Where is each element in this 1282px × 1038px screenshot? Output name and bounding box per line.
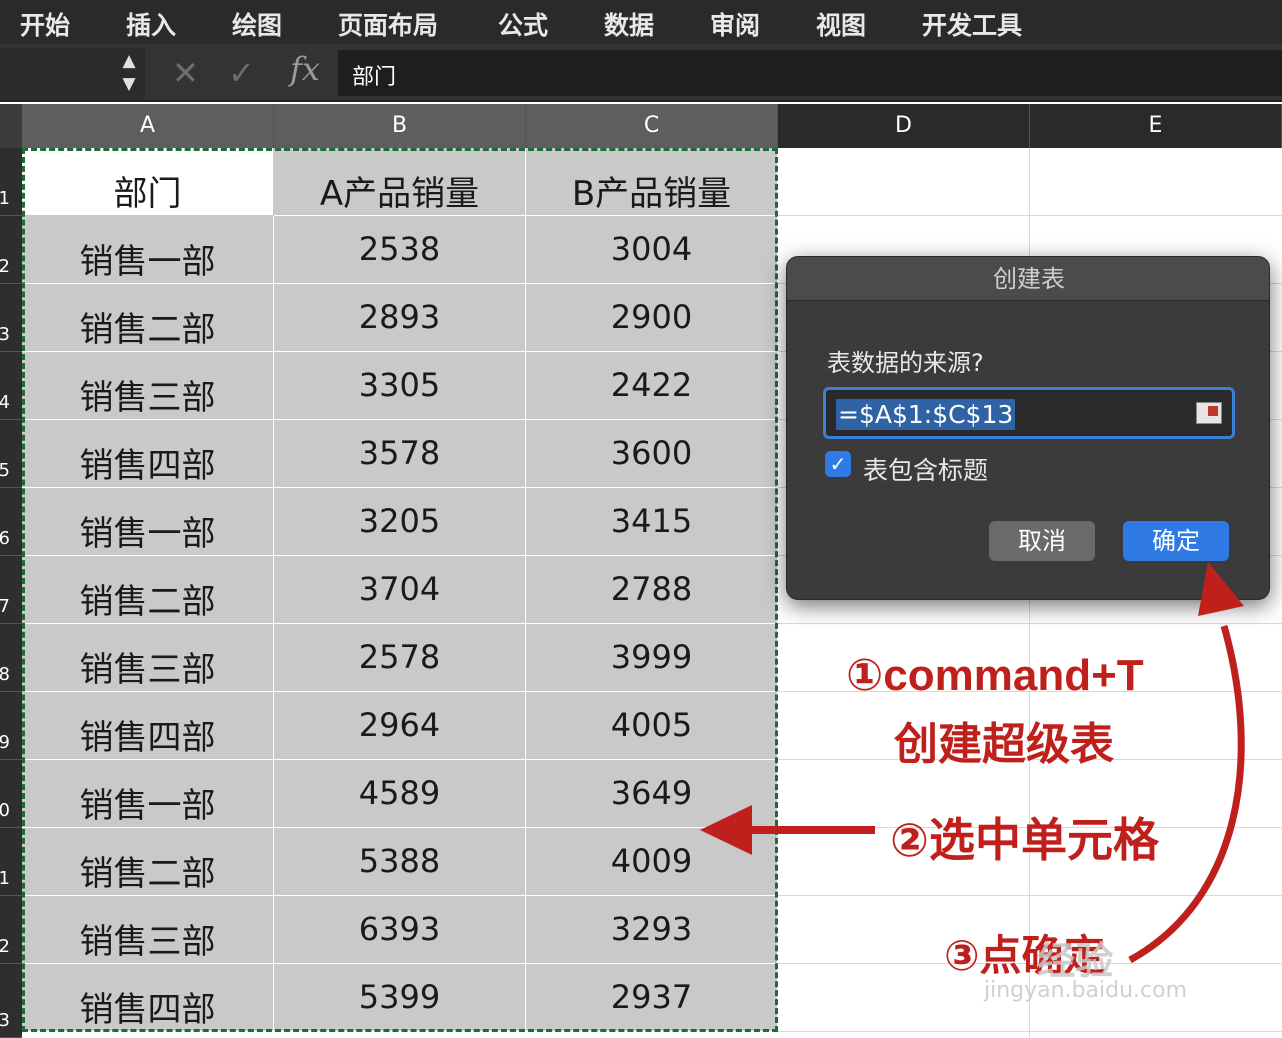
formula-input[interactable]: 部门 <box>338 50 1282 96</box>
column-header-c[interactable]: C <box>526 104 778 148</box>
create-table-dialog: 创建表 表数据的来源? =$A$1:$C$13 ✓ 表包含标题 取消 确定 <box>786 256 1270 600</box>
column-header-a[interactable]: A <box>22 104 274 148</box>
column-header-d[interactable]: D <box>778 104 1030 148</box>
header-checkbox-label[interactable]: 表包含标题 <box>863 451 988 487</box>
dialog-prompt: 表数据的来源? <box>827 349 984 377</box>
row-header-13[interactable]: 13 <box>0 964 22 1038</box>
row-header-10[interactable]: 10 <box>0 760 22 828</box>
select-all-corner[interactable] <box>0 104 22 148</box>
menu-page-layout[interactable]: 页面布局 <box>338 6 438 42</box>
menu-developer[interactable]: 开发工具 <box>922 6 1022 42</box>
column-header-b[interactable]: B <box>274 104 526 148</box>
header-checkbox[interactable]: ✓ <box>825 451 851 477</box>
watermark-url: jingyan.baidu.com <box>984 978 1188 1003</box>
ok-button[interactable]: 确定 <box>1123 521 1229 561</box>
annotation-step1-line1: ①command+T <box>846 651 1144 700</box>
annotation-step1-line2: 创建超级表 <box>894 720 1114 769</box>
grid-line <box>778 623 1282 624</box>
row-header-11[interactable]: 11 <box>0 828 22 896</box>
range-value[interactable]: =$A$1:$C$13 <box>836 399 1016 430</box>
checkmark-icon[interactable]: ✓ <box>228 54 255 92</box>
row-header-8[interactable]: 8 <box>0 624 22 692</box>
close-icon[interactable]: ✕ <box>172 54 199 92</box>
menu-draw[interactable]: 绘图 <box>232 6 282 42</box>
name-box-stepper-icon[interactable]: ▲ ▼ <box>118 50 140 96</box>
menu-view[interactable]: 视图 <box>816 6 866 42</box>
menu-insert[interactable]: 插入 <box>126 6 176 42</box>
grid-line <box>778 1031 1282 1032</box>
dialog-title: 创建表 <box>787 257 1269 301</box>
range-input[interactable]: =$A$1:$C$13 <box>823 387 1235 439</box>
menu-formulas[interactable]: 公式 <box>498 6 548 42</box>
row-header-7[interactable]: 7 <box>0 556 22 624</box>
cancel-button[interactable]: 取消 <box>989 521 1095 561</box>
column-header-e[interactable]: E <box>1030 104 1282 148</box>
name-box[interactable]: ▲ ▼ <box>0 48 145 100</box>
row-header-5[interactable]: 5 <box>0 420 22 488</box>
ribbon-menu-bar: 开始 插入 绘图 页面布局 公式 数据 审阅 视图 开发工具 <box>0 0 1282 44</box>
annotation-step2: ②选中单元格 <box>890 814 1159 866</box>
menu-home[interactable]: 开始 <box>20 6 70 42</box>
row-header-6[interactable]: 6 <box>0 488 22 556</box>
row-header-4[interactable]: 4 <box>0 352 22 420</box>
function-icon[interactable]: fx <box>290 50 320 88</box>
grid-line <box>778 215 1282 216</box>
row-header-3[interactable]: 3 <box>0 284 22 352</box>
row-header-12[interactable]: 12 <box>0 896 22 964</box>
watermark-logo: 经验 <box>1037 939 1114 983</box>
formula-bar: ▲ ▼ ✕ ✓ fx 部门 <box>0 44 1282 102</box>
menu-review[interactable]: 审阅 <box>710 6 760 42</box>
row-header-1[interactable]: 1 <box>0 148 22 216</box>
menu-data[interactable]: 数据 <box>604 6 654 42</box>
row-header-2[interactable]: 2 <box>0 216 22 284</box>
selection-marching-ants <box>22 148 778 1032</box>
grid-line <box>778 895 1282 896</box>
range-picker-icon[interactable] <box>1196 402 1222 424</box>
row-header-9[interactable]: 9 <box>0 692 22 760</box>
